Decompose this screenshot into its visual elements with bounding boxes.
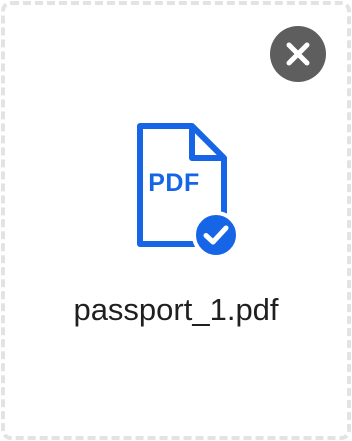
close-icon bbox=[286, 42, 310, 66]
check-circle-icon bbox=[192, 211, 240, 259]
file-type-label: PDF bbox=[148, 169, 200, 197]
file-name: passport_1.pdf bbox=[73, 292, 279, 327]
remove-file-button[interactable] bbox=[270, 26, 326, 82]
